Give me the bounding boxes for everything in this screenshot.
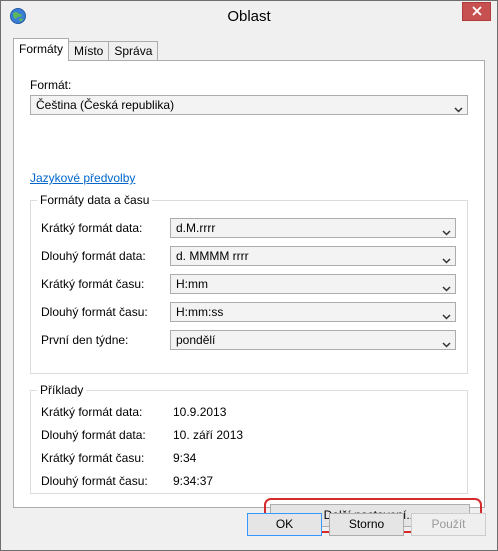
- close-icon: [471, 5, 482, 19]
- date-time-formats-group: Formáty data a času Krátký formát data: …: [30, 193, 468, 374]
- format-label: Formát:: [30, 78, 72, 92]
- long-time-dropdown[interactable]: H:mm:ss: [170, 302, 456, 322]
- chevron-down-icon: [454, 101, 463, 113]
- dialog-body: Formáty Místo Správa Formát: Čeština (Če…: [7, 31, 491, 545]
- apply-button[interactable]: Použít: [411, 513, 486, 536]
- short-time-dropdown[interactable]: H:mm: [170, 274, 456, 294]
- date-time-group-title: Formáty data a času: [37, 193, 153, 207]
- long-date-value: d. MMMM rrrr: [176, 249, 249, 263]
- long-time-value: H:mm:ss: [176, 305, 224, 319]
- first-day-label: První den týdne:: [41, 333, 129, 347]
- example-long-date-value: 10. září 2013: [173, 428, 244, 442]
- format-dropdown[interactable]: Čeština (Česká republika): [30, 95, 468, 115]
- example-short-time-value: 9:34: [173, 451, 197, 465]
- long-time-label: Dlouhý formát času:: [41, 305, 148, 319]
- chevron-down-icon: [442, 308, 451, 320]
- short-date-value: d.M.rrrr: [176, 221, 216, 235]
- cancel-button[interactable]: Storno: [329, 513, 404, 536]
- examples-group-title: Příklady: [37, 383, 87, 397]
- long-date-label: Dlouhý formát data:: [41, 249, 146, 263]
- title-bar: Oblast: [1, 1, 497, 31]
- formats-panel: Formát: Čeština (Česká republika) Jazyko…: [13, 60, 485, 533]
- chevron-down-icon: [442, 336, 451, 348]
- tab-strip: Formáty Místo Správa: [13, 38, 159, 61]
- example-short-date-label: Krátký formát data:: [41, 405, 143, 419]
- example-long-date-label: Dlouhý formát data:: [41, 428, 146, 442]
- window-title: Oblast: [227, 8, 271, 25]
- tab-formats[interactable]: Formáty: [13, 38, 70, 61]
- short-date-label: Krátký formát data:: [41, 221, 143, 235]
- examples-group: Příklady Krátký formát data: 10.9.2013 D…: [30, 383, 468, 494]
- first-day-dropdown[interactable]: pondělí: [170, 330, 456, 350]
- tab-location[interactable]: Místo: [68, 41, 110, 61]
- chevron-down-icon: [442, 252, 451, 264]
- close-button[interactable]: [462, 2, 491, 21]
- long-date-dropdown[interactable]: d. MMMM rrrr: [170, 246, 456, 266]
- short-date-dropdown[interactable]: d.M.rrrr: [170, 218, 456, 238]
- example-long-time-value: 9:34:37: [173, 474, 214, 488]
- example-long-time-label: Dlouhý formát času:: [41, 474, 148, 488]
- example-short-time-label: Krátký formát času:: [41, 451, 145, 465]
- short-time-value: H:mm: [176, 277, 208, 291]
- region-dialog: Oblast Formáty Místo Správa Formát: Češt…: [0, 0, 498, 551]
- example-short-date-value: 10.9.2013: [173, 405, 227, 419]
- format-value: Čeština (Česká republika): [36, 98, 175, 112]
- ok-button[interactable]: OK: [247, 513, 322, 536]
- short-time-label: Krátký formát času:: [41, 277, 145, 291]
- tab-administrative[interactable]: Správa: [108, 41, 159, 61]
- language-preferences-link[interactable]: Jazykové předvolby: [30, 171, 135, 185]
- chevron-down-icon: [442, 280, 451, 292]
- first-day-value: pondělí: [176, 333, 216, 347]
- chevron-down-icon: [442, 224, 451, 236]
